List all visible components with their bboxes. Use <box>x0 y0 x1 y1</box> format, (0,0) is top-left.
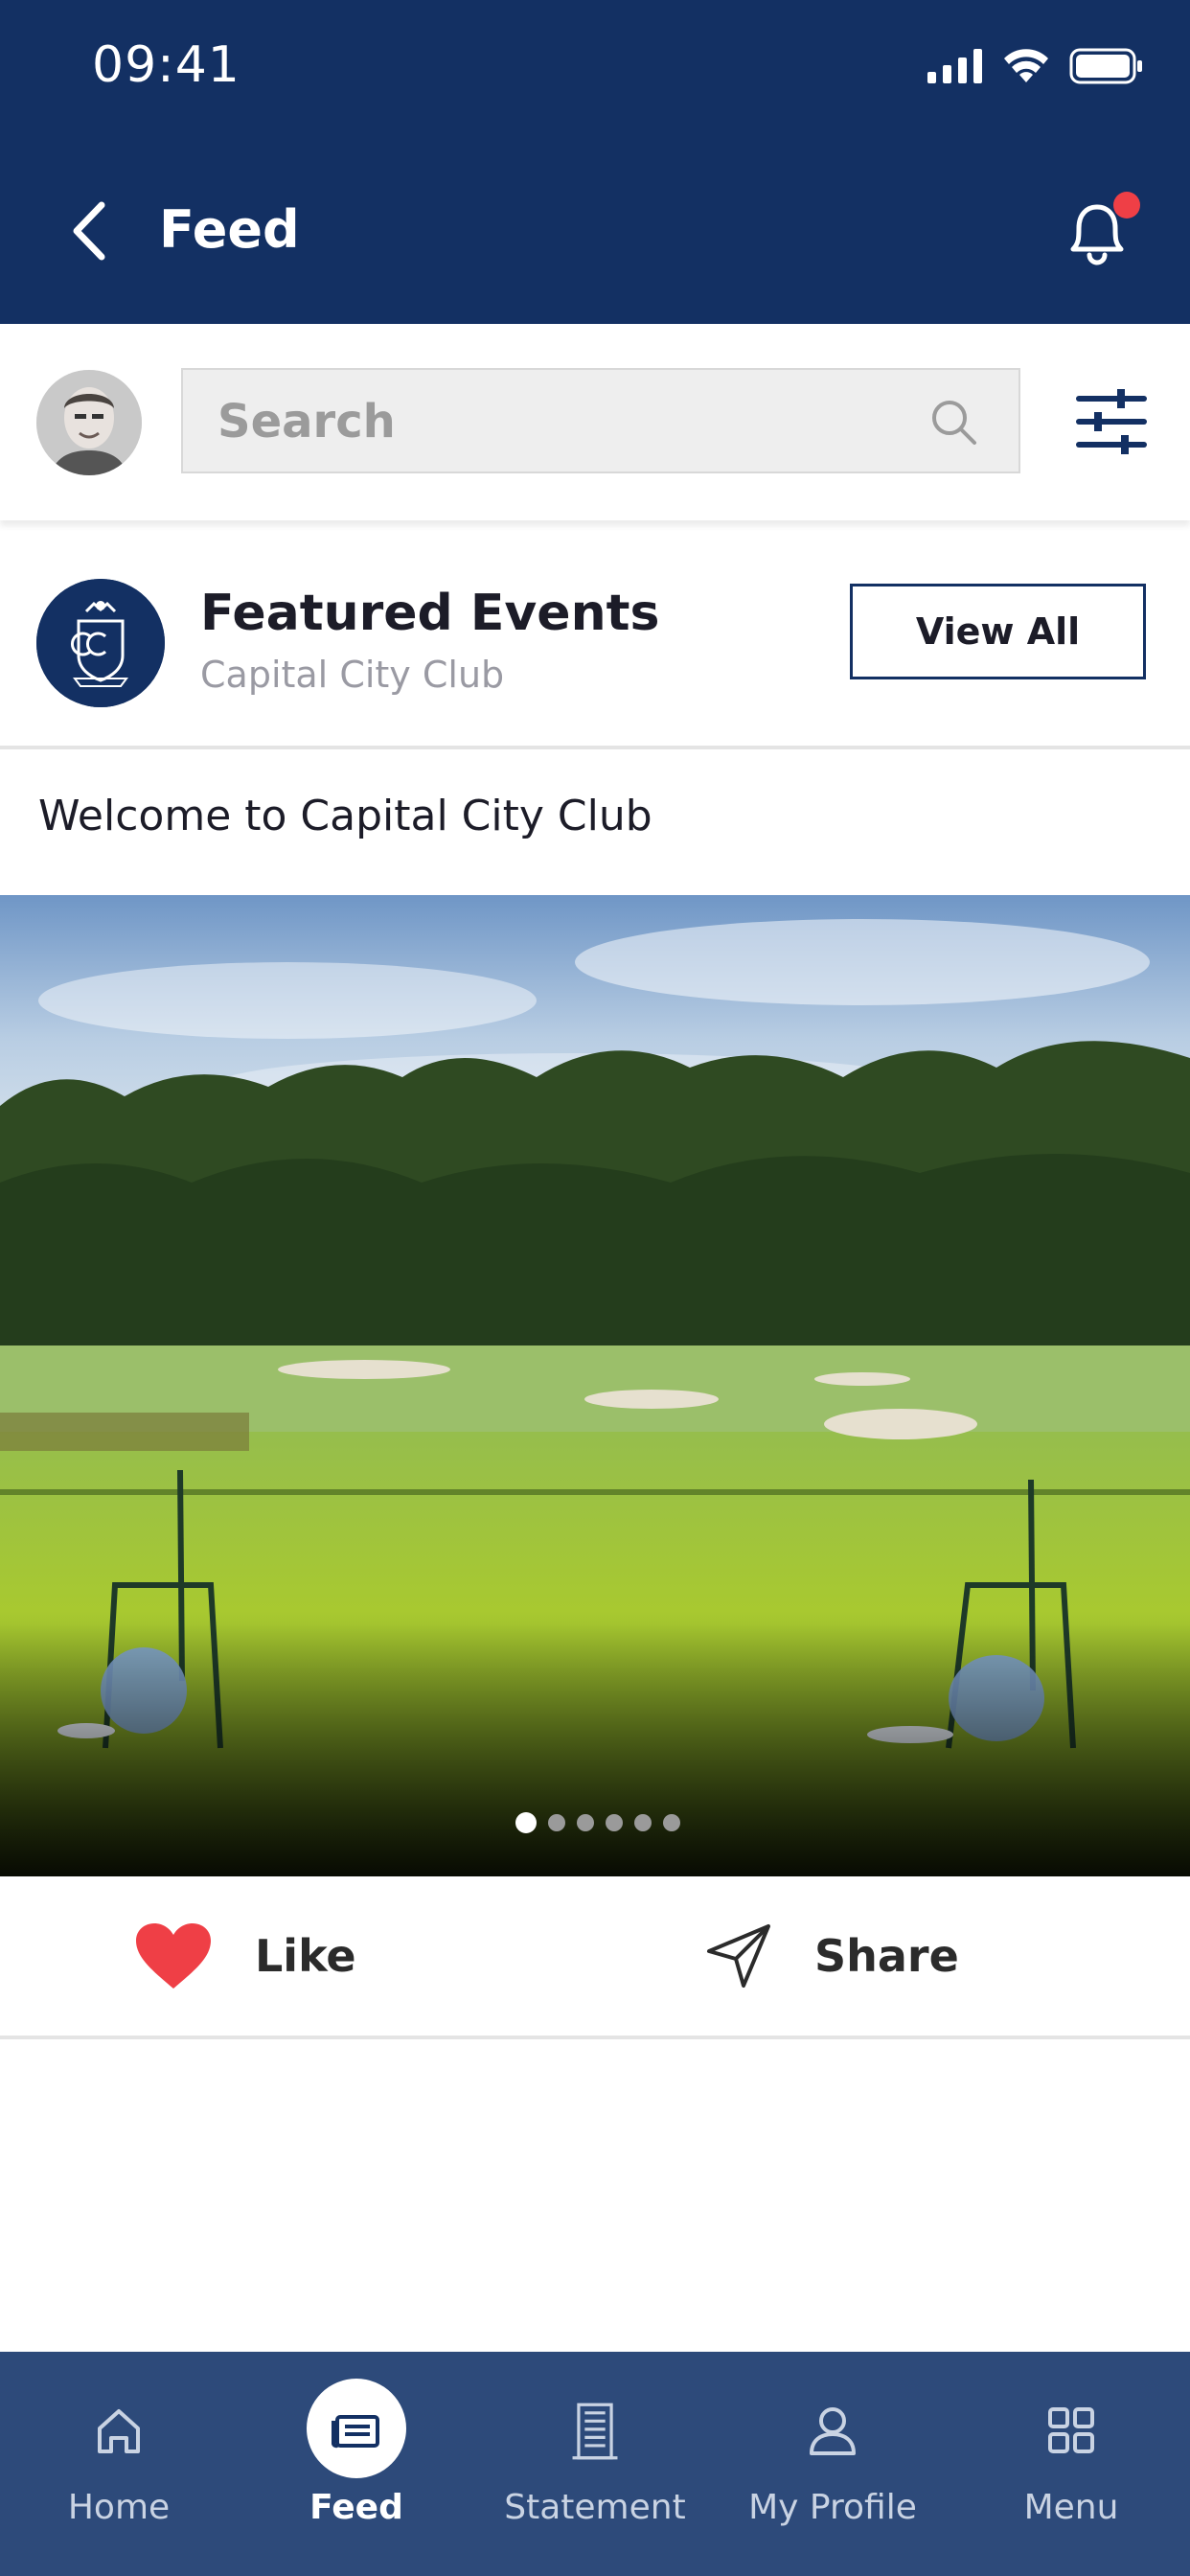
tab-feed[interactable]: Feed <box>238 2352 475 2576</box>
carousel-pagination <box>515 1812 680 1833</box>
featured-events-header: Featured Events Capital City Club View A… <box>0 537 1190 749</box>
battery-icon <box>1069 48 1142 84</box>
search-field[interactable] <box>181 368 1020 473</box>
feed-icon <box>332 2415 379 2449</box>
post-image-carousel[interactable] <box>0 895 1190 1876</box>
carousel-dot[interactable] <box>663 1814 680 1831</box>
featured-subtitle: Capital City Club <box>200 654 505 696</box>
tab-home[interactable]: Home <box>0 2352 238 2576</box>
crest-icon <box>36 579 165 707</box>
tab-label: Statement <box>504 2488 686 2527</box>
search-icon[interactable] <box>927 395 980 448</box>
post-actions: Like Share <box>0 1878 1190 2039</box>
menu-grid-icon <box>1048 2407 1094 2453</box>
like-button[interactable]: Like <box>134 1913 356 1999</box>
heart-icon <box>136 1923 211 1989</box>
carousel-dot[interactable] <box>577 1814 594 1831</box>
bottom-tab-bar: Home Feed Statement My Profile Menu <box>0 2352 1190 2576</box>
statement-icon <box>572 2403 618 2460</box>
profile-icon <box>810 2407 856 2455</box>
carousel-dot[interactable] <box>515 1812 537 1833</box>
featured-title: Featured Events <box>200 585 660 642</box>
chevron-left-icon <box>73 201 105 261</box>
send-icon <box>707 1924 770 1988</box>
tab-statement[interactable]: Statement <box>476 2352 714 2576</box>
carousel-dot[interactable] <box>634 1814 652 1831</box>
back-button[interactable] <box>57 197 125 264</box>
share-button[interactable]: Share <box>705 1913 959 1999</box>
like-label: Like <box>255 1930 356 1982</box>
avatar-image <box>36 370 142 475</box>
search-bar <box>0 324 1190 520</box>
app-header: 09:41 Feed <box>0 0 1190 324</box>
status-time: 09:41 <box>92 36 240 94</box>
sliders-icon <box>1076 389 1147 454</box>
tab-label: Home <box>67 2488 171 2527</box>
home-icon <box>98 2409 140 2453</box>
carousel-dot[interactable] <box>548 1814 565 1831</box>
post-text: Welcome to Capital City Club <box>38 792 652 840</box>
status-icons <box>927 48 1144 84</box>
page-title: Feed <box>159 199 300 260</box>
notifications-button[interactable] <box>1054 188 1140 274</box>
search-input[interactable] <box>216 370 890 473</box>
golf-course-image <box>0 895 1190 1876</box>
tab-my-profile[interactable]: My Profile <box>714 2352 951 2576</box>
tab-label: Menu <box>1023 2488 1119 2527</box>
filter-button[interactable] <box>1073 383 1150 460</box>
signal-icon <box>927 49 982 83</box>
notification-badge <box>1113 192 1140 218</box>
wifi-icon <box>1004 49 1048 82</box>
share-label: Share <box>814 1930 959 1982</box>
tab-label: My Profile <box>748 2488 917 2527</box>
tab-label: Feed <box>309 2488 403 2527</box>
club-crest-logo <box>36 579 165 707</box>
view-all-button[interactable]: View All <box>850 584 1146 679</box>
tab-menu[interactable]: Menu <box>952 2352 1190 2576</box>
carousel-dot[interactable] <box>606 1814 623 1831</box>
user-avatar[interactable] <box>36 370 142 475</box>
